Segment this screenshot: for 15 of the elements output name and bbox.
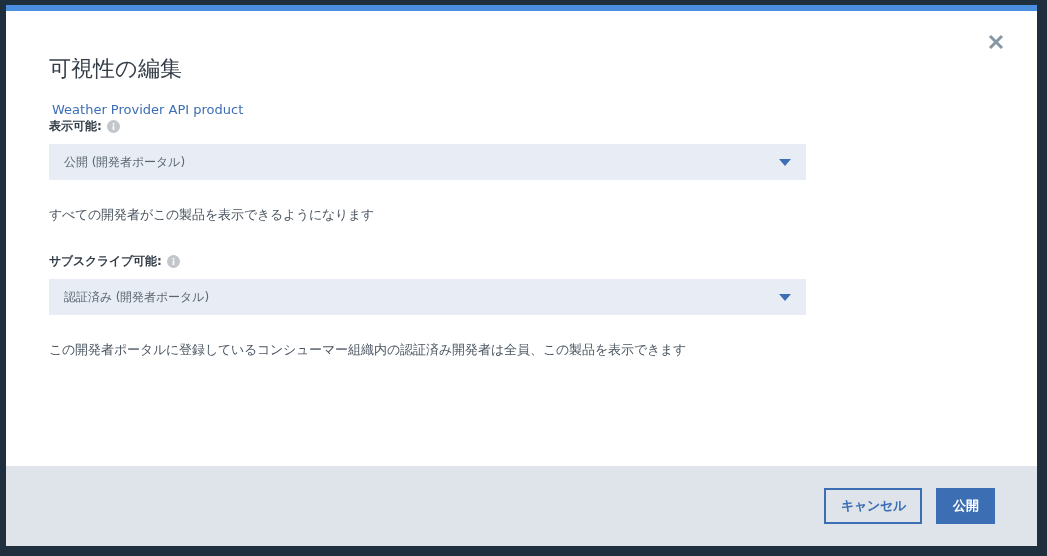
caret-icon <box>779 293 791 301</box>
dialog-title: 可視性の編集 <box>49 55 183 83</box>
dropdown[interactable]: 認証済み (開発者ポータル) <box>49 279 806 315</box>
info-icon[interactable] <box>106 119 120 133</box>
info-icon[interactable] <box>166 254 180 268</box>
caret-icon <box>779 158 791 166</box>
field-label: サブスクライブ可能: <box>49 253 162 269</box>
field-label: 表示可能: <box>49 118 102 134</box>
product-name: Weather Provider API product <box>52 101 245 118</box>
publish-button[interactable]: 公開 <box>936 488 995 524</box>
field-description: この開発者ポータルに登録しているコンシューマー組織内の認証済み開発者は全員、この製品を表示できます <box>49 341 687 359</box>
field-description: すべての開発者がこの製品を表示できるようになります <box>49 206 375 224</box>
dropdown[interactable]: 公開 (開発者ポータル) <box>49 144 806 180</box>
cancel-button[interactable]: キャンセル <box>824 488 922 524</box>
close-icon[interactable] <box>987 33 1005 51</box>
